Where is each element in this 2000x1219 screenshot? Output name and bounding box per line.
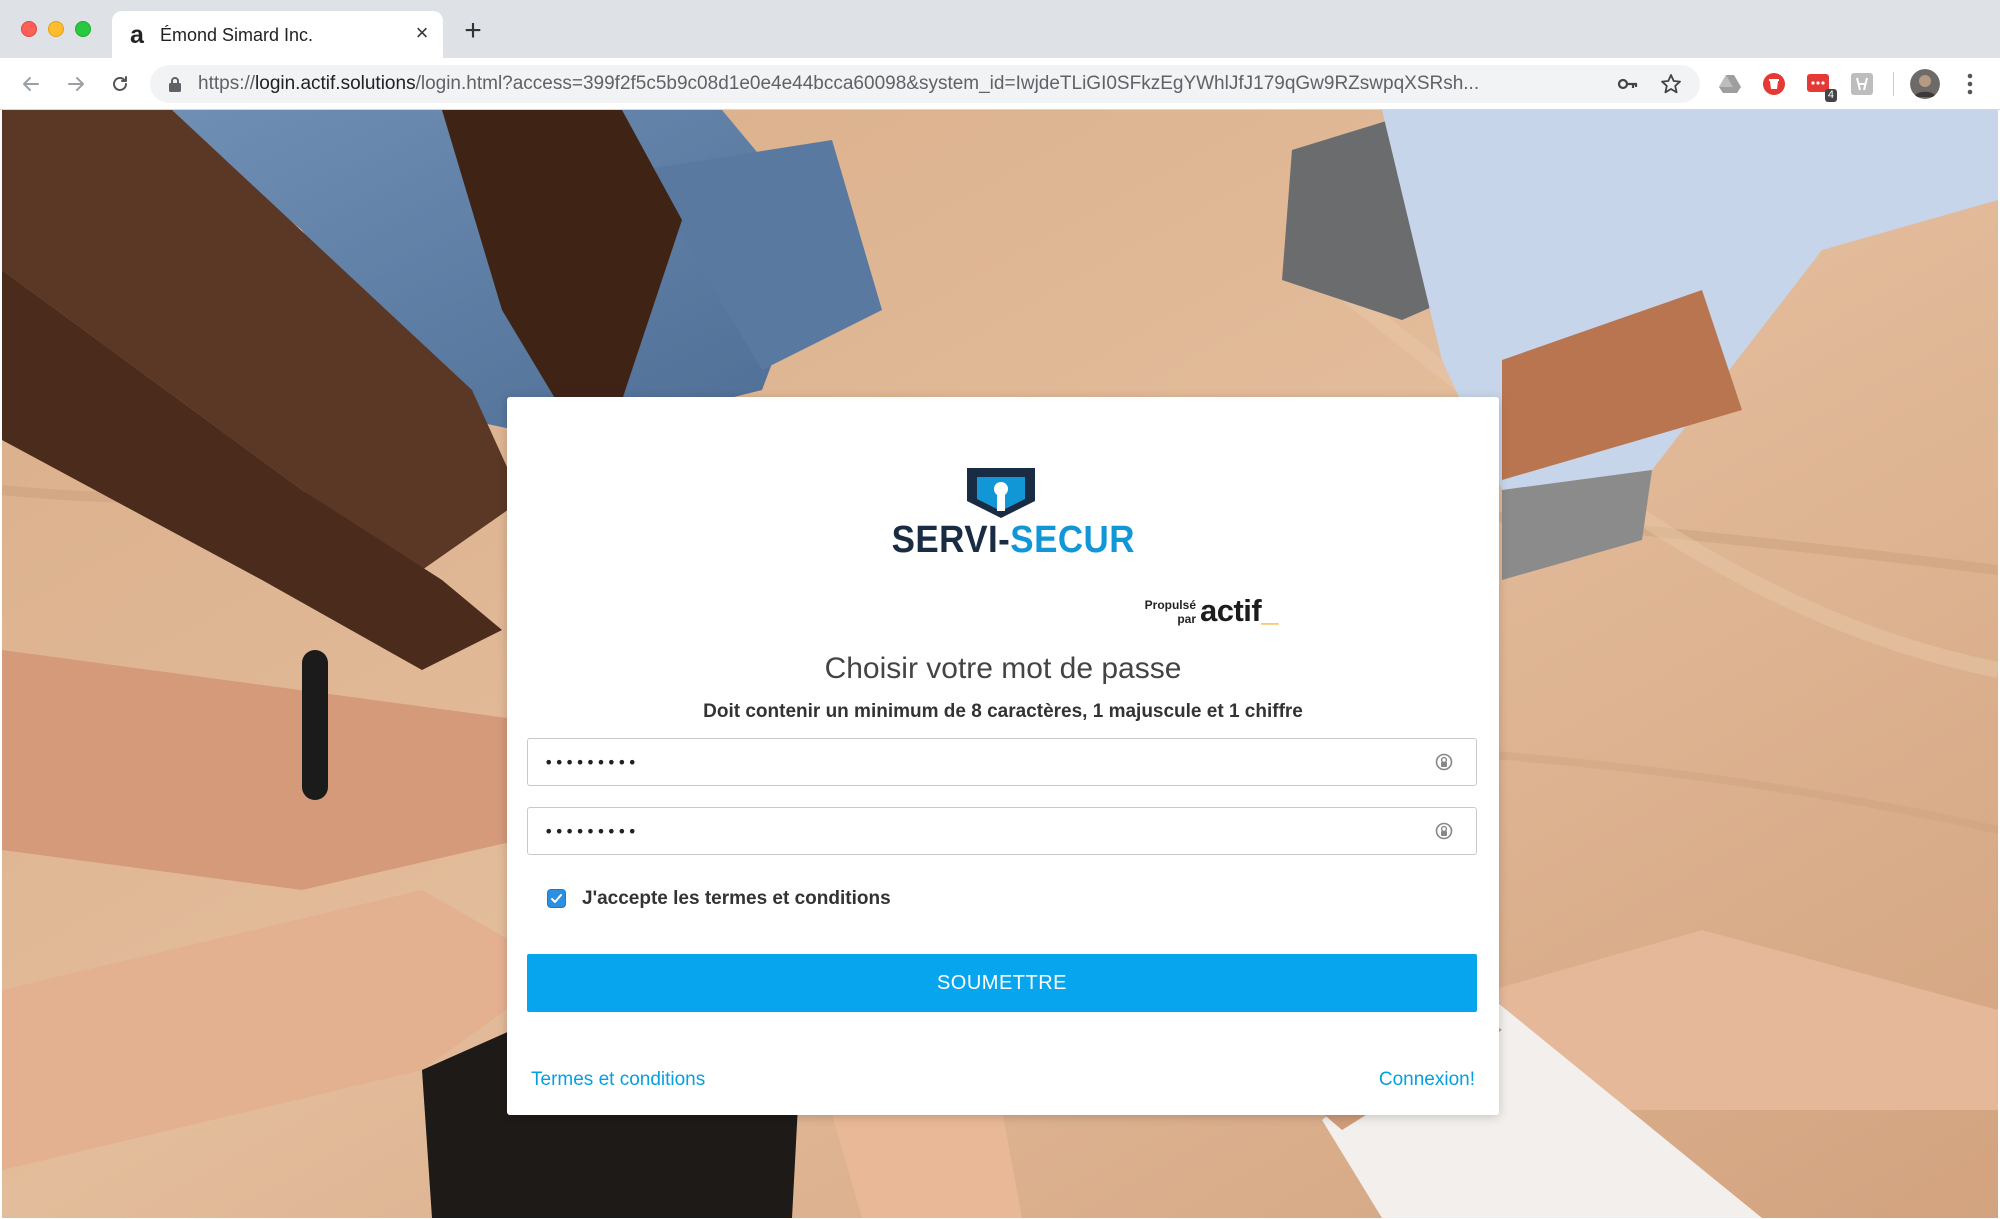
actif-wordmark: actif_ bbox=[1200, 593, 1278, 629]
url-host: login.actif.solutions bbox=[255, 73, 416, 94]
page-title: Choisir votre mot de passe bbox=[824, 652, 1182, 685]
shield-keyhole-icon bbox=[967, 468, 1035, 518]
close-window-button[interactable] bbox=[21, 21, 37, 37]
password-input[interactable] bbox=[528, 739, 1428, 785]
profile-avatar[interactable] bbox=[1910, 69, 1940, 99]
arrow-left-icon bbox=[23, 77, 39, 91]
browser-menu-icon[interactable] bbox=[1955, 69, 1985, 99]
password-visibility-icon[interactable] bbox=[1434, 752, 1454, 772]
powered-by-actif-logo: Propulsé par actif_ bbox=[1140, 593, 1290, 635]
chat-ext-icon[interactable]: 4 bbox=[1803, 69, 1837, 102]
actif-wordmark-text: actif bbox=[1200, 593, 1262, 628]
tab-title: Émond Simard Inc. bbox=[160, 25, 314, 45]
shield-ext-icon[interactable] bbox=[1759, 69, 1789, 99]
site-favicon-icon: a bbox=[130, 21, 144, 49]
tab-close-icon[interactable]: × bbox=[409, 20, 435, 46]
address-bar[interactable]: https://login.actif.solutions/login.html… bbox=[150, 65, 1700, 103]
accept-terms-label[interactable]: J'accepte les termes et conditions bbox=[582, 888, 891, 910]
powered-by-line2: par bbox=[1177, 612, 1196, 626]
maximize-window-button[interactable] bbox=[75, 21, 91, 37]
servi-secur-logo: SERVI-SECUR bbox=[882, 463, 1135, 568]
password-visibility-icon[interactable] bbox=[1434, 821, 1454, 841]
back-button[interactable] bbox=[15, 68, 47, 100]
url-text[interactable]: https://login.actif.solutions/login.html… bbox=[198, 73, 1588, 95]
page-viewport: SERVI-SECUR Propulsé par actif_ Choisir … bbox=[2, 110, 1998, 1218]
brand-name: SERVI-SECUR bbox=[891, 519, 1135, 562]
actif-underscore: _ bbox=[1261, 593, 1278, 628]
login-card: SERVI-SECUR Propulsé par actif_ Choisir … bbox=[507, 397, 1499, 1115]
translate-ext-icon[interactable] bbox=[1847, 69, 1877, 99]
toolbar-divider bbox=[1893, 72, 1894, 96]
lock-icon[interactable] bbox=[168, 76, 182, 92]
confirm-password-field[interactable] bbox=[527, 807, 1477, 855]
extension-badge-count: 4 bbox=[1824, 89, 1837, 102]
password-field[interactable] bbox=[527, 738, 1477, 786]
powered-by-text: Propulsé par bbox=[1140, 598, 1196, 626]
reload-icon bbox=[113, 76, 127, 91]
submit-button[interactable]: SOUMETTRE bbox=[527, 954, 1477, 1012]
brand-name-part1: SERVI- bbox=[891, 519, 1011, 561]
accept-terms-checkbox[interactable] bbox=[547, 889, 566, 908]
minimize-window-button[interactable] bbox=[48, 21, 64, 37]
checkmark-icon bbox=[551, 894, 562, 903]
new-tab-button[interactable]: + bbox=[458, 16, 488, 46]
reload-button[interactable] bbox=[104, 68, 136, 100]
login-link[interactable]: Connexion! bbox=[1379, 1069, 1475, 1091]
confirm-password-input[interactable] bbox=[528, 808, 1428, 854]
browser-toolbar: https://login.actif.solutions/login.html… bbox=[0, 58, 2000, 110]
browser-titlebar: a Émond Simard Inc. × + bbox=[0, 0, 2000, 58]
key-icon[interactable] bbox=[1617, 73, 1639, 95]
url-path: /login.html?access=399f2f5c5b9c08d1e0e4e… bbox=[415, 73, 1480, 94]
url-scheme: https:// bbox=[198, 73, 256, 94]
forward-button[interactable] bbox=[60, 68, 92, 100]
password-requirements-text: Doit contenir un minimum de 8 caractères… bbox=[703, 701, 1303, 722]
drive-icon[interactable] bbox=[1715, 69, 1745, 99]
browser-tab-active[interactable]: a Émond Simard Inc. × bbox=[112, 11, 443, 58]
arrow-right-icon bbox=[68, 77, 84, 91]
brand-name-part2: SECUR bbox=[1010, 519, 1135, 561]
bookmark-star-icon[interactable] bbox=[1660, 73, 1682, 95]
powered-by-line1: Propulsé bbox=[1144, 598, 1196, 612]
terms-link[interactable]: Termes et conditions bbox=[531, 1069, 705, 1091]
